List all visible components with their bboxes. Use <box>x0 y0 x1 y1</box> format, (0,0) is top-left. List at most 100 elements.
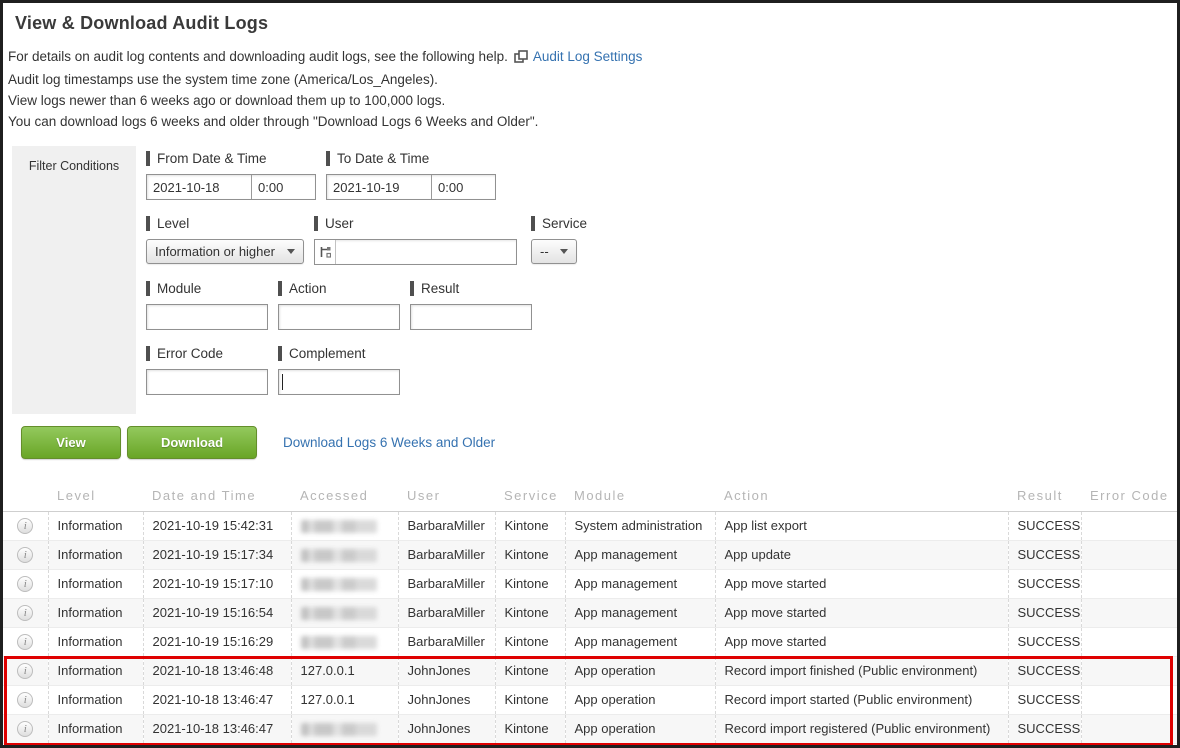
module-group: Module <box>146 281 268 330</box>
download-button[interactable]: Download <box>127 426 257 459</box>
result-cell: SUCCESS <box>1008 511 1081 540</box>
download-old-logs-link[interactable]: Download Logs 6 Weeks and Older <box>283 435 495 450</box>
level-cell: Information <box>48 598 143 627</box>
datetime-cell: 2021-10-18 13:46:48 <box>143 656 291 685</box>
header-error-code: Error Code <box>1081 481 1180 511</box>
level-select[interactable]: Information or higher <box>146 239 304 264</box>
from-datetime-group: From Date & Time 2021-10-18 0:00 <box>146 151 316 200</box>
intro-line-3: View logs newer than 6 weeks ago or down… <box>8 90 1177 111</box>
datetime-cell: 2021-10-19 15:16:54 <box>143 598 291 627</box>
level-selected-value: Information or higher <box>155 244 275 259</box>
result-label: Result <box>410 281 532 296</box>
filter-conditions-section: Filter Conditions From Date & Time 2021-… <box>3 146 1177 414</box>
intro-line-1: For details on audit log contents and do… <box>8 49 508 64</box>
to-time-value[interactable]: 0:00 <box>431 175 495 199</box>
label-bar <box>314 216 318 231</box>
level-cell: Information <box>48 511 143 540</box>
complement-input[interactable] <box>278 369 400 395</box>
result-cell: SUCCESS <box>1008 714 1081 743</box>
to-datetime-input[interactable]: 2021-10-19 0:00 <box>326 174 496 200</box>
external-window-icon <box>514 48 528 69</box>
module-cell: System administration <box>565 511 715 540</box>
log-row: iInformation2021-10-18 13:46:47127.0.0.1… <box>3 685 1180 714</box>
info-icon[interactable]: i <box>17 663 33 679</box>
module-cell: App management <box>565 540 715 569</box>
user-input-box <box>314 239 517 265</box>
info-icon[interactable]: i <box>17 692 33 708</box>
from-date-value[interactable]: 2021-10-18 <box>147 175 251 199</box>
level-cell: Information <box>48 540 143 569</box>
redacted-ip <box>301 607 377 620</box>
user-group: User <box>314 216 517 265</box>
level-group: Level Information or higher <box>146 216 304 264</box>
action-cell: App update <box>715 540 1008 569</box>
result-cell: SUCCESS <box>1008 656 1081 685</box>
info-icon[interactable]: i <box>17 721 33 737</box>
filter-conditions-label: Filter Conditions <box>12 146 136 414</box>
to-date-value[interactable]: 2021-10-19 <box>327 175 431 199</box>
text-cursor <box>282 374 283 390</box>
service-cell: Kintone <box>495 656 565 685</box>
filter-row-dates: From Date & Time 2021-10-18 0:00 To Date… <box>146 151 597 200</box>
action-cell: Record import started (Public environmen… <box>715 685 1008 714</box>
org-selection-icon[interactable] <box>315 240 336 264</box>
action-group: Action <box>278 281 400 330</box>
action-label: Action <box>278 281 400 296</box>
filter-row-module-action-result: Module Action Result <box>146 281 597 330</box>
error-code-cell <box>1081 540 1180 569</box>
accessed-cell: 127.0.0.1 <box>291 685 398 714</box>
accessed-value: 127.0.0.1 <box>301 663 355 678</box>
module-input[interactable] <box>146 304 268 330</box>
datetime-cell: 2021-10-19 15:17:34 <box>143 540 291 569</box>
datetime-cell: 2021-10-19 15:17:10 <box>143 569 291 598</box>
intro-line-2: Audit log timestamps use the system time… <box>8 69 1177 90</box>
filter-row-error-complement: Error Code Complement <box>146 346 597 395</box>
module-cell: App operation <box>565 656 715 685</box>
info-icon[interactable]: i <box>17 518 33 534</box>
redacted-ip <box>301 578 377 591</box>
info-icon[interactable]: i <box>17 547 33 563</box>
level-cell: Information <box>48 627 143 656</box>
header-action: Action <box>715 481 1008 511</box>
error-code-cell <box>1081 627 1180 656</box>
audit-logs-page: View & Download Audit Logs For details o… <box>0 0 1180 748</box>
view-button[interactable]: View <box>21 426 121 459</box>
chevron-down-icon <box>287 249 295 254</box>
filter-fields: From Date & Time 2021-10-18 0:00 To Date… <box>146 146 597 414</box>
service-label: Service <box>531 216 587 231</box>
result-cell: SUCCESS <box>1008 540 1081 569</box>
service-cell: Kintone <box>495 511 565 540</box>
from-time-value[interactable]: 0:00 <box>251 175 315 199</box>
log-row: iInformation2021-10-19 15:16:54BarbaraMi… <box>3 598 1180 627</box>
error-code-group: Error Code <box>146 346 268 395</box>
from-datetime-label: From Date & Time <box>146 151 316 166</box>
label-bar <box>410 281 414 296</box>
action-input[interactable] <box>278 304 400 330</box>
user-cell: JohnJones <box>398 714 495 743</box>
result-cell: SUCCESS <box>1008 685 1081 714</box>
info-icon[interactable]: i <box>17 634 33 650</box>
label-bar <box>146 281 150 296</box>
label-bar <box>278 346 282 361</box>
info-icon[interactable]: i <box>17 605 33 621</box>
datetime-cell: 2021-10-18 13:46:47 <box>143 685 291 714</box>
complement-group: Complement <box>278 346 400 395</box>
page-title: View & Download Audit Logs <box>15 13 1177 34</box>
header-result: Result <box>1008 481 1081 511</box>
user-input[interactable] <box>336 240 516 264</box>
service-cell: Kintone <box>495 714 565 743</box>
action-cell: App move started <box>715 598 1008 627</box>
table-header-row: Level Date and Time Accessed User Servic… <box>3 481 1180 511</box>
result-input[interactable] <box>410 304 532 330</box>
audit-log-settings-link[interactable]: Audit Log Settings <box>533 49 643 64</box>
level-cell: Information <box>48 569 143 598</box>
from-datetime-input[interactable]: 2021-10-18 0:00 <box>146 174 316 200</box>
error-code-input[interactable] <box>146 369 268 395</box>
accessed-value: 127.0.0.1 <box>301 692 355 707</box>
to-datetime-label: To Date & Time <box>326 151 496 166</box>
header-service: Service <box>495 481 565 511</box>
service-cell: Kintone <box>495 540 565 569</box>
service-select[interactable]: -- <box>531 239 577 264</box>
info-icon[interactable]: i <box>17 576 33 592</box>
action-cell: App move started <box>715 569 1008 598</box>
